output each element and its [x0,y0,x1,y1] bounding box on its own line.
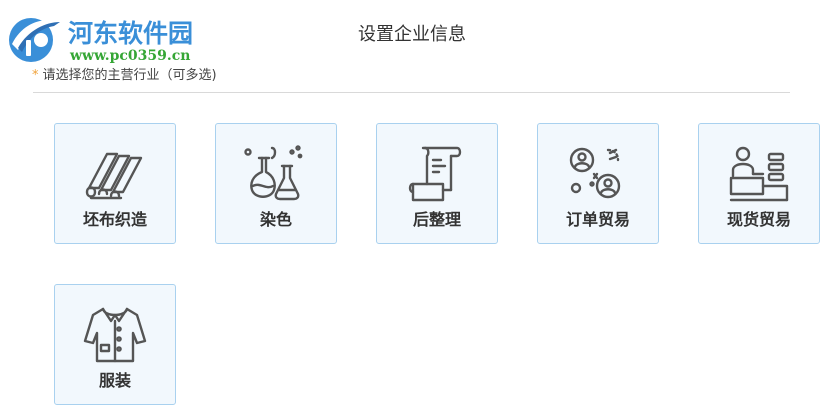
instruction-text: * 请选择您的主营行业（可多选) [32,64,217,83]
industry-label: 订单贸易 [565,210,630,229]
watermark-url: www.pc0359.cn [70,48,191,64]
trade-people-icon [569,147,621,199]
industry-card-order-trade[interactable]: 订单贸易 [537,123,659,244]
page-title: 设置企业信息 [358,24,466,45]
clothing-icon [83,307,147,363]
fabric-rolls-icon [85,152,143,200]
industry-card-finishing[interactable]: 后整理 [376,123,498,244]
industry-card-apparel[interactable]: 服装 [54,284,176,405]
industry-card-dyeing[interactable]: 染色 [215,123,337,244]
industry-label: 服装 [98,371,131,390]
instruction-label: 请选择您的主营行业（可多选) [42,68,217,83]
industry-card-weaving[interactable]: 坯布织造 [54,123,176,244]
flask-icon [244,145,303,201]
required-star: * [32,68,39,83]
industry-label: 染色 [259,210,292,229]
counter-stock-icon [729,146,789,202]
industry-label: 坯布织造 [82,210,147,229]
divider [33,92,790,93]
document-scroll-icon [408,146,462,202]
industry-label: 现货贸易 [726,210,791,229]
industry-card-spot-trade[interactable]: 现货贸易 [698,123,820,244]
industry-label: 后整理 [412,210,461,229]
